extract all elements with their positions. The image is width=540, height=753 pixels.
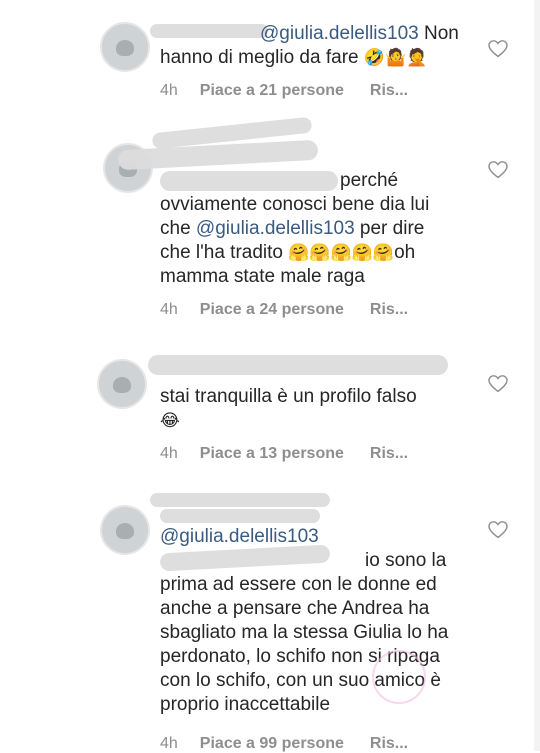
likes-count-link[interactable]: Piace a 13 persone [200,445,344,463]
reply-link[interactable]: Ris... [370,301,408,319]
comment-time: 4h [160,445,178,462]
comment: @giulia.delellis103 Non hanno di meglio … [0,0,540,110]
reply-link[interactable]: Ris... [370,445,408,463]
emoji-sequence: 🤣🤷🤦 [363,48,428,68]
comment-time: 4h [160,82,178,99]
redacted-username [117,139,319,171]
comment-text: @giulia.delellis103 Non hanno di meglio … [160,23,459,68]
likes-count-link[interactable]: Piace a 24 persone [200,301,344,319]
comment-time: 4h [160,735,178,752]
heart-outline-icon[interactable] [488,40,508,58]
heart-outline-icon[interactable] [488,161,508,179]
comment-text: perché ovviamente conosci bene dia lui c… [160,170,430,287]
emoji-sequence: 🤗🤗🤗🤗🤗 [288,243,395,263]
mention-link[interactable]: @giulia.delellis103 [196,218,355,239]
comment: perché ovviamente conosci bene dia lui c… [0,115,540,335]
mention-link[interactable]: @giulia.delellis103 [160,526,319,547]
mention-link[interactable]: @giulia.delellis103 [260,23,419,44]
reply-link[interactable]: Ris... [370,82,408,100]
comment: @giulia.delellis103 io sono la prima ad e… [0,485,540,753]
comment-text: stai tranquilla è un profilo falso 😂 [160,386,417,431]
avatar[interactable] [100,505,150,555]
heart-outline-icon[interactable] [488,521,508,539]
comment-meta: 4h Piace a 13 persone Ris... [160,445,408,463]
heart-outline-icon[interactable] [488,375,508,393]
avatar[interactable] [100,22,150,72]
redacted-username [148,355,448,375]
emoji-sequence: 😂 [160,411,180,431]
comment-meta: 4h Piace a 99 persone Ris... [160,735,408,753]
redacted-scribble [150,493,330,507]
comment: stai tranquilla è un profilo falso 😂 4h P… [0,345,540,475]
likes-count-link[interactable]: Piace a 21 persone [200,82,344,100]
watermark-logo [372,650,426,704]
redacted-username [160,509,320,523]
comment-time: 4h [160,301,178,318]
likes-count-link[interactable]: Piace a 99 persone [200,735,344,753]
comment-meta: 4h Piace a 24 persone Ris... [160,301,408,319]
comment-meta: 4h Piace a 21 persone Ris... [160,82,408,100]
avatar[interactable] [97,359,147,409]
reply-link[interactable]: Ris... [370,735,408,753]
